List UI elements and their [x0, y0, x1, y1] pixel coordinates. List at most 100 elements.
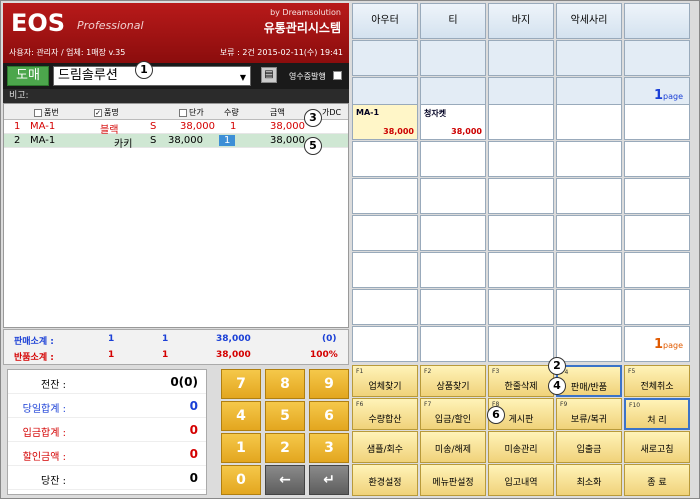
keypad-key[interactable]: 5 [265, 401, 305, 431]
product-slot[interactable] [556, 141, 622, 177]
function-button[interactable]: 미송관리 [488, 431, 554, 463]
hold-date-info[interactable]: 보류 : 2건 2015-02-11(수) 19:41 [220, 47, 343, 58]
product-slot[interactable] [624, 215, 690, 251]
function-button[interactable]: 입고내역 [488, 464, 554, 496]
product-slot[interactable] [420, 289, 486, 325]
category-tab[interactable]: 티 [420, 3, 486, 39]
function-button[interactable]: 미송/해제 [420, 431, 486, 463]
product-button[interactable]: 청자켓 38,000 [420, 104, 486, 140]
product-slot[interactable] [556, 178, 622, 214]
col-code[interactable]: 품번 [34, 107, 59, 118]
product-slot[interactable] [488, 178, 554, 214]
function-button[interactable]: F3 한줄삭제 [488, 365, 554, 397]
function-button[interactable]: F2 상품찾기 [420, 365, 486, 397]
col-dc[interactable]: 가DC [322, 107, 341, 118]
keypad-key[interactable]: 6 [309, 401, 349, 431]
col-amount[interactable]: 금액 [270, 107, 285, 118]
function-button[interactable]: 메뉴판설정 [420, 464, 486, 496]
product-slot[interactable] [488, 326, 554, 362]
row-no: 2 [14, 135, 21, 146]
category-slot[interactable] [624, 40, 690, 76]
table-row[interactable]: 1 MA-1 블랙 S 38,000 1 38,000 [4, 120, 348, 136]
product-slot[interactable] [352, 252, 418, 288]
function-button[interactable]: 종 료 [624, 464, 690, 496]
product-slot[interactable] [488, 252, 554, 288]
function-button[interactable]: F1 업체찾기 [352, 365, 418, 397]
product-slot[interactable] [352, 215, 418, 251]
product-button[interactable]: MA-1 38,000 [352, 104, 418, 140]
col-price[interactable]: 단가 [179, 107, 204, 118]
keypad-key[interactable]: 9 [309, 369, 349, 399]
row-qty-editor[interactable]: 1 [219, 135, 236, 146]
keypad-key[interactable]: 8 [265, 369, 305, 399]
function-button[interactable]: F10 처 리 [624, 398, 690, 430]
code-checkbox[interactable] [34, 108, 42, 117]
category-tab[interactable]: 아우터 [352, 3, 418, 39]
product-slot[interactable] [352, 178, 418, 214]
keypad-key[interactable]: 7 [221, 369, 261, 399]
sale-extra: (0) [322, 334, 337, 344]
function-button[interactable]: F9 보류/복귀 [556, 398, 622, 430]
keypad-key[interactable]: 3 [309, 433, 349, 463]
product-slot[interactable] [420, 215, 486, 251]
col-name[interactable]: ✓ 품명 [94, 107, 119, 118]
function-button[interactable]: F5 전체취소 [624, 365, 690, 397]
product-slot[interactable] [624, 141, 690, 177]
product-slot[interactable] [624, 289, 690, 325]
keypad-key[interactable]: 1 [221, 433, 261, 463]
function-button[interactable]: 샘플/회수 [352, 431, 418, 463]
category-tab[interactable]: 악세사리 [556, 3, 622, 39]
product-slot[interactable] [352, 326, 418, 362]
product-slot[interactable] [624, 252, 690, 288]
function-button[interactable]: F7 입금/할인 [420, 398, 486, 430]
product-slot[interactable] [488, 141, 554, 177]
product-slot[interactable] [556, 326, 622, 362]
product-slot[interactable] [488, 104, 554, 140]
printer-icon[interactable]: ▤ [261, 67, 277, 83]
product-slot[interactable] [488, 289, 554, 325]
function-button[interactable]: F4 판매/반품 [556, 365, 622, 397]
category-slot[interactable] [420, 40, 486, 76]
keypad-key[interactable]: 4 [221, 401, 261, 431]
product-slot[interactable] [352, 289, 418, 325]
product-slot[interactable]: 1page [624, 326, 690, 362]
enter-key[interactable]: ↵ [309, 465, 349, 495]
category-tab[interactable]: 바지 [488, 3, 554, 39]
product-slot[interactable] [556, 104, 622, 140]
product-slot[interactable] [352, 141, 418, 177]
table-row[interactable]: 2 MA-1 카키 S 38,000 1 38,000 [4, 134, 348, 150]
category-slot[interactable] [488, 40, 554, 76]
product-slot[interactable] [556, 215, 622, 251]
keypad-key[interactable]: 0 [221, 465, 261, 495]
receipt-checkbox[interactable] [333, 71, 342, 80]
function-label: 판매/반품 [570, 383, 608, 393]
category-tab[interactable] [624, 3, 690, 39]
col-qty[interactable]: 수량 [224, 107, 239, 118]
function-button[interactable]: 환경설정 [352, 464, 418, 496]
category-slot[interactable] [556, 40, 622, 76]
row-price: 38,000 [168, 135, 203, 146]
function-button[interactable]: 최소화 [556, 464, 622, 496]
product-slot[interactable] [624, 178, 690, 214]
function-label: 수량합산 [368, 415, 402, 425]
wholesale-mode-button[interactable]: 도매 [7, 66, 49, 86]
backspace-key[interactable]: ← [265, 465, 305, 495]
product-slot[interactable] [488, 215, 554, 251]
function-button[interactable]: 새로고침 [624, 431, 690, 463]
category-slot[interactable] [352, 40, 418, 76]
product-slot[interactable] [420, 178, 486, 214]
product-slot[interactable] [420, 252, 486, 288]
sale-subtotal-label: 판매소계 : [14, 337, 54, 347]
price-checkbox[interactable] [179, 108, 187, 117]
keypad-key[interactable]: 2 [265, 433, 305, 463]
product-slot[interactable] [420, 326, 486, 362]
system-name: 유통관리시스템 [263, 21, 341, 35]
product-slot[interactable] [420, 141, 486, 177]
product-slot[interactable] [556, 289, 622, 325]
product-slot[interactable] [556, 252, 622, 288]
product-slot[interactable] [624, 104, 690, 140]
function-button[interactable]: 입출금 [556, 431, 622, 463]
function-button[interactable]: F6 수량합산 [352, 398, 418, 430]
name-checkbox[interactable]: ✓ [94, 108, 102, 117]
memo-field[interactable]: 비고: [3, 89, 349, 103]
